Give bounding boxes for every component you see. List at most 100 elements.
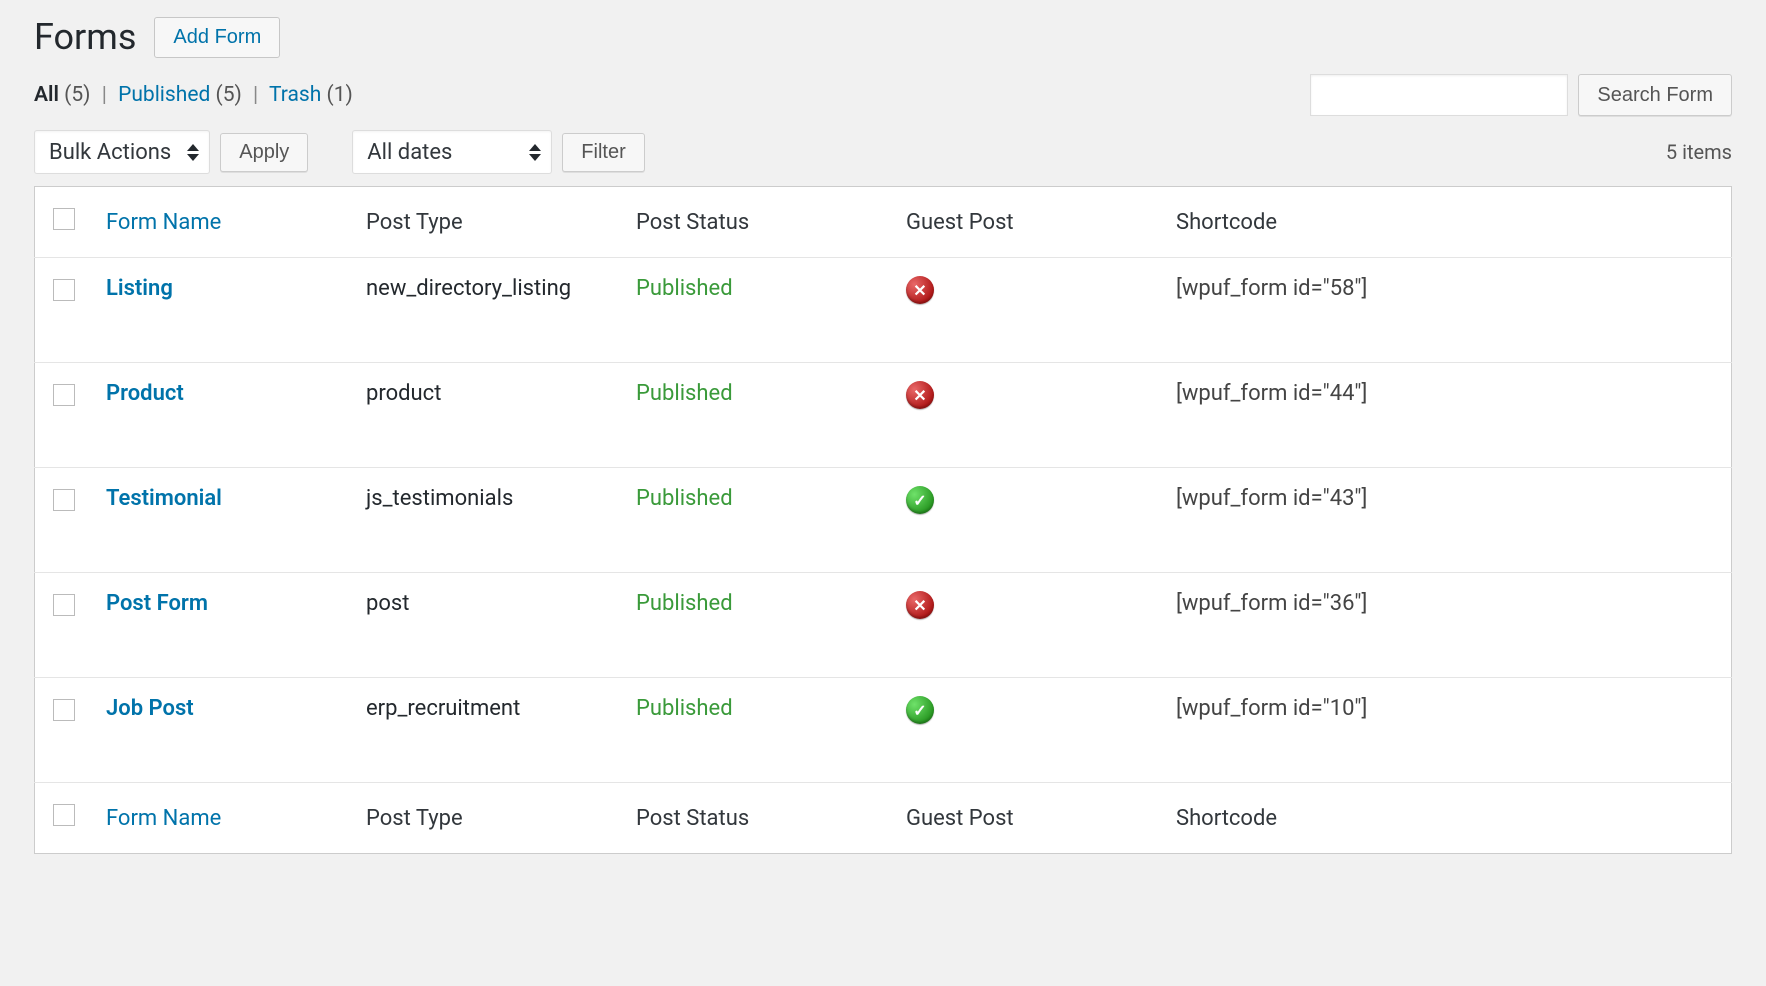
row-guest-post: ✓ [892, 678, 1162, 783]
filter-all-label: All [34, 83, 59, 107]
apply-button[interactable]: Apply [220, 133, 308, 172]
col-guest-post-footer: Guest Post [892, 783, 1162, 854]
table-footer-row: Form Name Post Type Post Status Guest Po… [35, 783, 1732, 854]
select-all-checkbox[interactable] [53, 208, 75, 230]
search-input[interactable] [1310, 74, 1568, 116]
filter-all-count: (5) [64, 83, 90, 107]
page-header: Forms Add Form [34, 16, 1732, 58]
items-count: 5 items [1666, 140, 1732, 164]
row-post-type: new_directory_listing [352, 258, 622, 363]
row-post-type: product [352, 363, 622, 468]
search-button[interactable]: Search Form [1578, 74, 1732, 116]
col-shortcode-footer: Shortcode [1162, 783, 1732, 854]
row-post-status: Published [622, 678, 892, 783]
row-checkbox-cell [35, 573, 93, 678]
row-name-cell: Testimonial [92, 468, 352, 573]
row-guest-post: ✕ [892, 573, 1162, 678]
add-form-button[interactable]: Add Form [154, 17, 280, 58]
page-title: Forms [34, 16, 136, 58]
col-post-status: Post Status [622, 187, 892, 258]
row-post-type: post [352, 573, 622, 678]
table-row: Testimonial js_testimonialsPublished ✓ [wpu… [35, 468, 1732, 573]
row-checkbox-cell [35, 363, 93, 468]
subsub-links: All (5) | Published (5) | Trash (1) [34, 83, 353, 107]
form-title-link[interactable]: Job Post [106, 696, 194, 721]
filter-trash-link[interactable]: Trash (1) [269, 83, 353, 107]
row-guest-post: ✓ [892, 468, 1162, 573]
row-post-status: Published [622, 468, 892, 573]
filters-left: Bulk Actions Apply All dates Filter [34, 130, 645, 174]
form-title-link[interactable]: Testimonial [106, 486, 222, 511]
row-name-cell: Post Form [92, 573, 352, 678]
col-post-type-footer: Post Type [352, 783, 622, 854]
row-guest-post: ✕ [892, 258, 1162, 363]
table-header-row: Form Name Post Type Post Status Guest Po… [35, 187, 1732, 258]
row-post-status: Published [622, 258, 892, 363]
row-post-type: erp_recruitment [352, 678, 622, 783]
row-checkbox[interactable] [53, 489, 75, 511]
filter-trash-label: Trash [269, 83, 321, 107]
form-title-link[interactable]: Product [106, 381, 184, 406]
table-row: Listing new_directory_listingPublished ✕ [w… [35, 258, 1732, 363]
row-shortcode: [wpuf_form id="10"] [1162, 678, 1732, 783]
row-checkbox-cell [35, 258, 93, 363]
bulk-actions-label: Bulk Actions [49, 140, 171, 165]
select-all-footer [35, 783, 93, 854]
col-guest-post: Guest Post [892, 187, 1162, 258]
table-row: Product productPublished ✕ [wpuf_form id="4… [35, 363, 1732, 468]
filters-row: Bulk Actions Apply All dates Filter 5 it… [34, 130, 1732, 174]
bulk-actions-select[interactable]: Bulk Actions [34, 130, 210, 174]
row-checkbox-cell [35, 678, 93, 783]
filter-published-count: (5) [216, 83, 242, 107]
row-shortcode: [wpuf_form id="44"] [1162, 363, 1732, 468]
row-post-type: js_testimonials [352, 468, 622, 573]
col-shortcode: Shortcode [1162, 187, 1732, 258]
page-wrap: Forms Add Form All (5) | Published (5) |… [0, 0, 1766, 986]
row-checkbox[interactable] [53, 594, 75, 616]
row-name-cell: Job Post [92, 678, 352, 783]
form-title-link[interactable]: Post Form [106, 591, 208, 616]
table-row: Post Form postPublished ✕ [wpuf_form id="36… [35, 573, 1732, 678]
row-shortcode: [wpuf_form id="36"] [1162, 573, 1732, 678]
select-all-footer-checkbox[interactable] [53, 804, 75, 826]
row-shortcode: [wpuf_form id="43"] [1162, 468, 1732, 573]
check-icon: ✓ [906, 486, 934, 514]
row-post-status: Published [622, 363, 892, 468]
col-form-name: Form Name [92, 187, 352, 258]
col-post-status-footer: Post Status [622, 783, 892, 854]
forms-table: Form Name Post Type Post Status Guest Po… [34, 186, 1732, 854]
row-post-status: Published [622, 573, 892, 678]
col-form-name-footer: Form Name [92, 783, 352, 854]
row-checkbox[interactable] [53, 384, 75, 406]
filter-published-link[interactable]: Published (5) [118, 83, 247, 107]
filter-all-link[interactable]: All (5) [34, 83, 96, 107]
row-name-cell: Product [92, 363, 352, 468]
row-guest-post: ✕ [892, 363, 1162, 468]
row-checkbox[interactable] [53, 699, 75, 721]
filter-trash-count: (1) [327, 83, 353, 107]
chevron-updown-icon [529, 144, 541, 161]
check-icon: ✓ [906, 696, 934, 724]
cross-icon: ✕ [906, 381, 934, 409]
dates-select[interactable]: All dates [352, 130, 552, 174]
search-box: Search Form [1310, 74, 1732, 116]
form-title-link[interactable]: Listing [106, 276, 173, 301]
table-row: Job Post erp_recruitmentPublished ✓ [wpuf_f… [35, 678, 1732, 783]
filter-published-label: Published [118, 83, 210, 107]
cross-icon: ✕ [906, 591, 934, 619]
sort-form-name-link[interactable]: Form Name [106, 210, 221, 235]
sort-form-name-footer-link[interactable]: Form Name [106, 806, 221, 831]
select-all-header [35, 187, 93, 258]
cross-icon: ✕ [906, 276, 934, 304]
separator: | [96, 83, 113, 107]
row-checkbox[interactable] [53, 279, 75, 301]
row-name-cell: Listing [92, 258, 352, 363]
col-post-type: Post Type [352, 187, 622, 258]
dates-label: All dates [367, 140, 452, 165]
row-checkbox-cell [35, 468, 93, 573]
chevron-updown-icon [187, 144, 199, 161]
separator: | [247, 83, 264, 107]
row-shortcode: [wpuf_form id="58"] [1162, 258, 1732, 363]
subsub-row: All (5) | Published (5) | Trash (1) Sear… [34, 74, 1732, 116]
filter-button[interactable]: Filter [562, 133, 644, 172]
